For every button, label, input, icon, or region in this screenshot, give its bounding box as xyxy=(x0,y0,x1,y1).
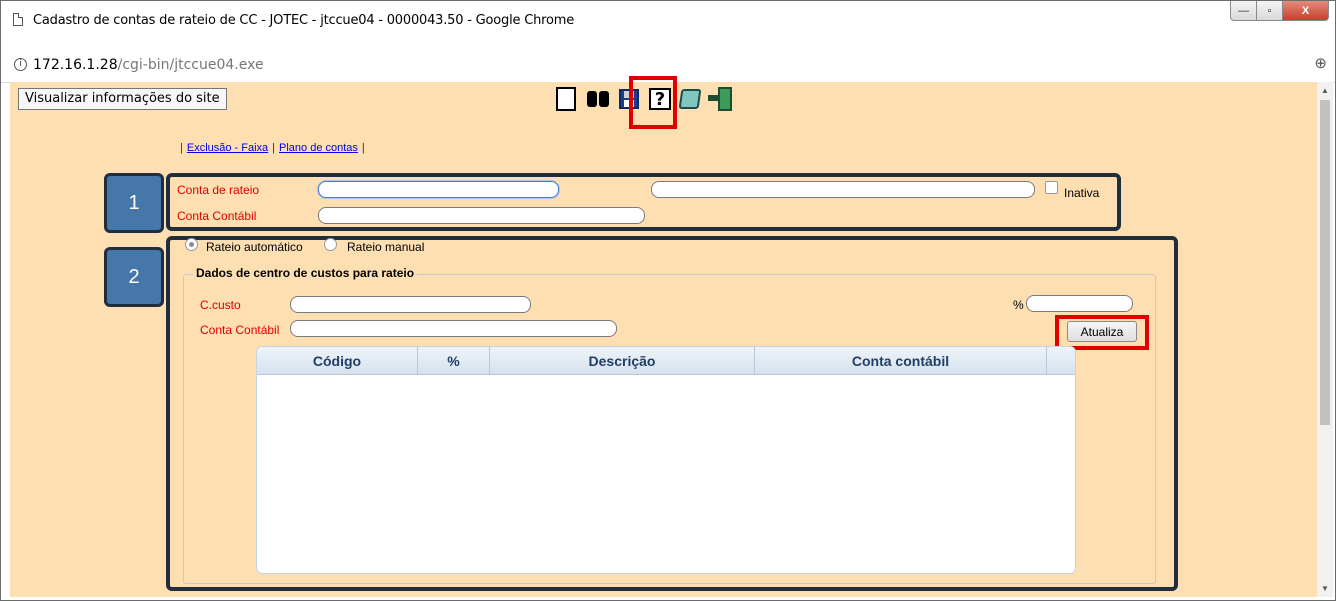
window-title: Cadastro de contas de rateio de CC - JOT… xyxy=(33,13,575,28)
conta-contabil-input[interactable] xyxy=(318,207,645,224)
link-separator: | xyxy=(272,142,276,154)
inativa-checkbox[interactable] xyxy=(1045,181,1058,194)
scroll-up-arrow-icon[interactable]: ▲ xyxy=(1321,86,1329,95)
link-plano-de-contas[interactable]: Plano de contas xyxy=(279,142,358,154)
title-bar: Cadastro de contas de rateio de CC - JOT… xyxy=(1,1,1335,41)
link-separator: | xyxy=(180,142,183,154)
scroll-down-arrow-icon[interactable]: ▼ xyxy=(1321,584,1329,593)
link-separator: | xyxy=(361,142,365,154)
grid-header: Código % Descrição Conta contábil xyxy=(257,347,1075,375)
step-badge-2: 2 xyxy=(104,247,164,307)
column-header-codigo[interactable]: Código xyxy=(257,347,418,374)
column-header-conta-contabil[interactable]: Conta contábil xyxy=(755,347,1047,374)
rateio-manual-label: Rateio manual xyxy=(347,240,425,254)
scroll-thumb[interactable] xyxy=(1320,100,1330,425)
column-header-percent[interactable]: % xyxy=(418,347,490,374)
exit-door-icon[interactable] xyxy=(708,83,736,113)
ccusto-input[interactable] xyxy=(290,296,531,313)
column-header-descricao[interactable]: Descrição xyxy=(490,347,755,374)
ccusto-conta-contabil-label: Conta Contábil xyxy=(200,323,280,337)
page-icon xyxy=(13,13,23,26)
conta-contabil-label: Conta Contábil xyxy=(177,209,257,223)
url-text[interactable]: 172.16.1.28/cgi-bin/jtccue04.exe xyxy=(33,57,264,73)
rateio-manual-radio[interactable] xyxy=(324,238,337,251)
percent-label: % xyxy=(1013,298,1024,312)
zoom-icon[interactable]: ⊕ xyxy=(1314,54,1327,72)
step-badge-1: 1 xyxy=(104,173,164,233)
rateio-automatico-radio[interactable] xyxy=(185,238,198,251)
url-path: /cgi-bin/jtccue04.exe xyxy=(117,57,264,73)
action-links: | Exclusão - Faixa | Plano de contas | xyxy=(176,142,369,154)
binoculars-icon[interactable] xyxy=(584,83,612,113)
rateio-automatico-label: Rateio automático xyxy=(206,240,303,254)
atualiza-highlight-frame xyxy=(1055,315,1149,350)
conta-rateio-label: Conta de rateio xyxy=(177,183,260,197)
column-header-spacer xyxy=(1047,347,1075,374)
close-button[interactable]: X xyxy=(1283,1,1329,21)
maximize-button[interactable]: ▫ xyxy=(1257,1,1283,21)
inativa-label: Inativa xyxy=(1064,186,1100,200)
window-controls: — ▫ X xyxy=(1230,1,1329,23)
save-highlight-frame xyxy=(629,76,677,129)
notepad-icon[interactable] xyxy=(677,83,705,113)
site-info-icon[interactable]: i xyxy=(14,58,27,71)
minimize-button[interactable]: — xyxy=(1230,1,1257,21)
conta-rateio-descricao-input[interactable] xyxy=(651,181,1035,198)
vertical-scrollbar[interactable]: ▲ ▼ xyxy=(1317,82,1333,597)
ccusto-label: C.custo xyxy=(200,298,241,312)
site-info-tooltip: Visualizar informações do site xyxy=(18,88,227,110)
conta-rateio-input[interactable] xyxy=(318,181,559,198)
link-exclusao-faixa[interactable]: Exclusão - Faixa xyxy=(187,142,268,154)
new-document-icon[interactable] xyxy=(553,83,581,113)
rateio-grid[interactable]: Código % Descrição Conta contábil xyxy=(256,346,1076,574)
fieldset-legend: Dados de centro de custos para rateio xyxy=(193,266,418,280)
url-host: 172.16.1.28 xyxy=(33,57,118,73)
percent-input[interactable] xyxy=(1026,295,1133,312)
ccusto-conta-contabil-input[interactable] xyxy=(290,320,617,337)
